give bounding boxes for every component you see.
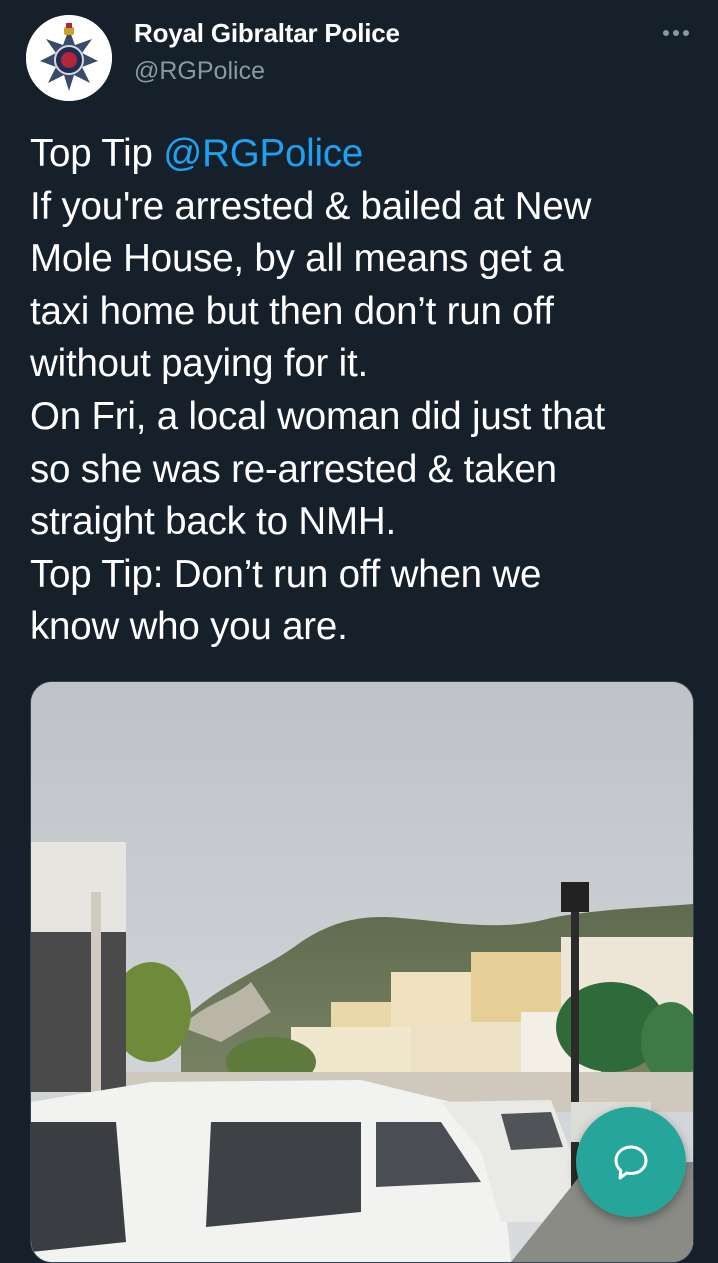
tweet-line: know who you are.: [30, 605, 348, 649]
tweet-line: so she was re-arrested & taken: [30, 447, 557, 491]
police-badge-icon: [26, 15, 112, 101]
tweet-line: straight back to NMH.: [30, 500, 396, 544]
tweet-line: Top Tip: Don’t run off when we: [30, 552, 542, 596]
tweet-line: Mole House, by all means get a: [30, 237, 564, 281]
avatar[interactable]: [26, 15, 112, 101]
tweet-line: Top Tip @RGPolice: [30, 128, 700, 181]
tweet-line-text: Top Tip: [30, 132, 164, 175]
tweet-line: On Fri, a local woman did just that: [30, 394, 606, 438]
tweet-body: Top Tip @RGPolice If you're arrested & b…: [30, 128, 700, 654]
reply-bubble-icon: [614, 1145, 648, 1180]
display-name[interactable]: Royal Gibraltar Police: [134, 18, 400, 49]
more-dots-icon: [663, 30, 689, 36]
tweet-line: taxi home but then don’t run off: [30, 289, 554, 333]
tweet-header: Royal Gibraltar Police @RGPolice: [0, 0, 718, 110]
tweet-line: If you're arrested & bailed at New: [30, 184, 592, 228]
tweet-line: without paying for it.: [30, 342, 369, 386]
more-button[interactable]: [656, 22, 696, 44]
reply-fab-button[interactable]: [576, 1107, 686, 1217]
handle[interactable]: @RGPolice: [134, 57, 265, 86]
mention-link[interactable]: @RGPolice: [163, 132, 363, 175]
